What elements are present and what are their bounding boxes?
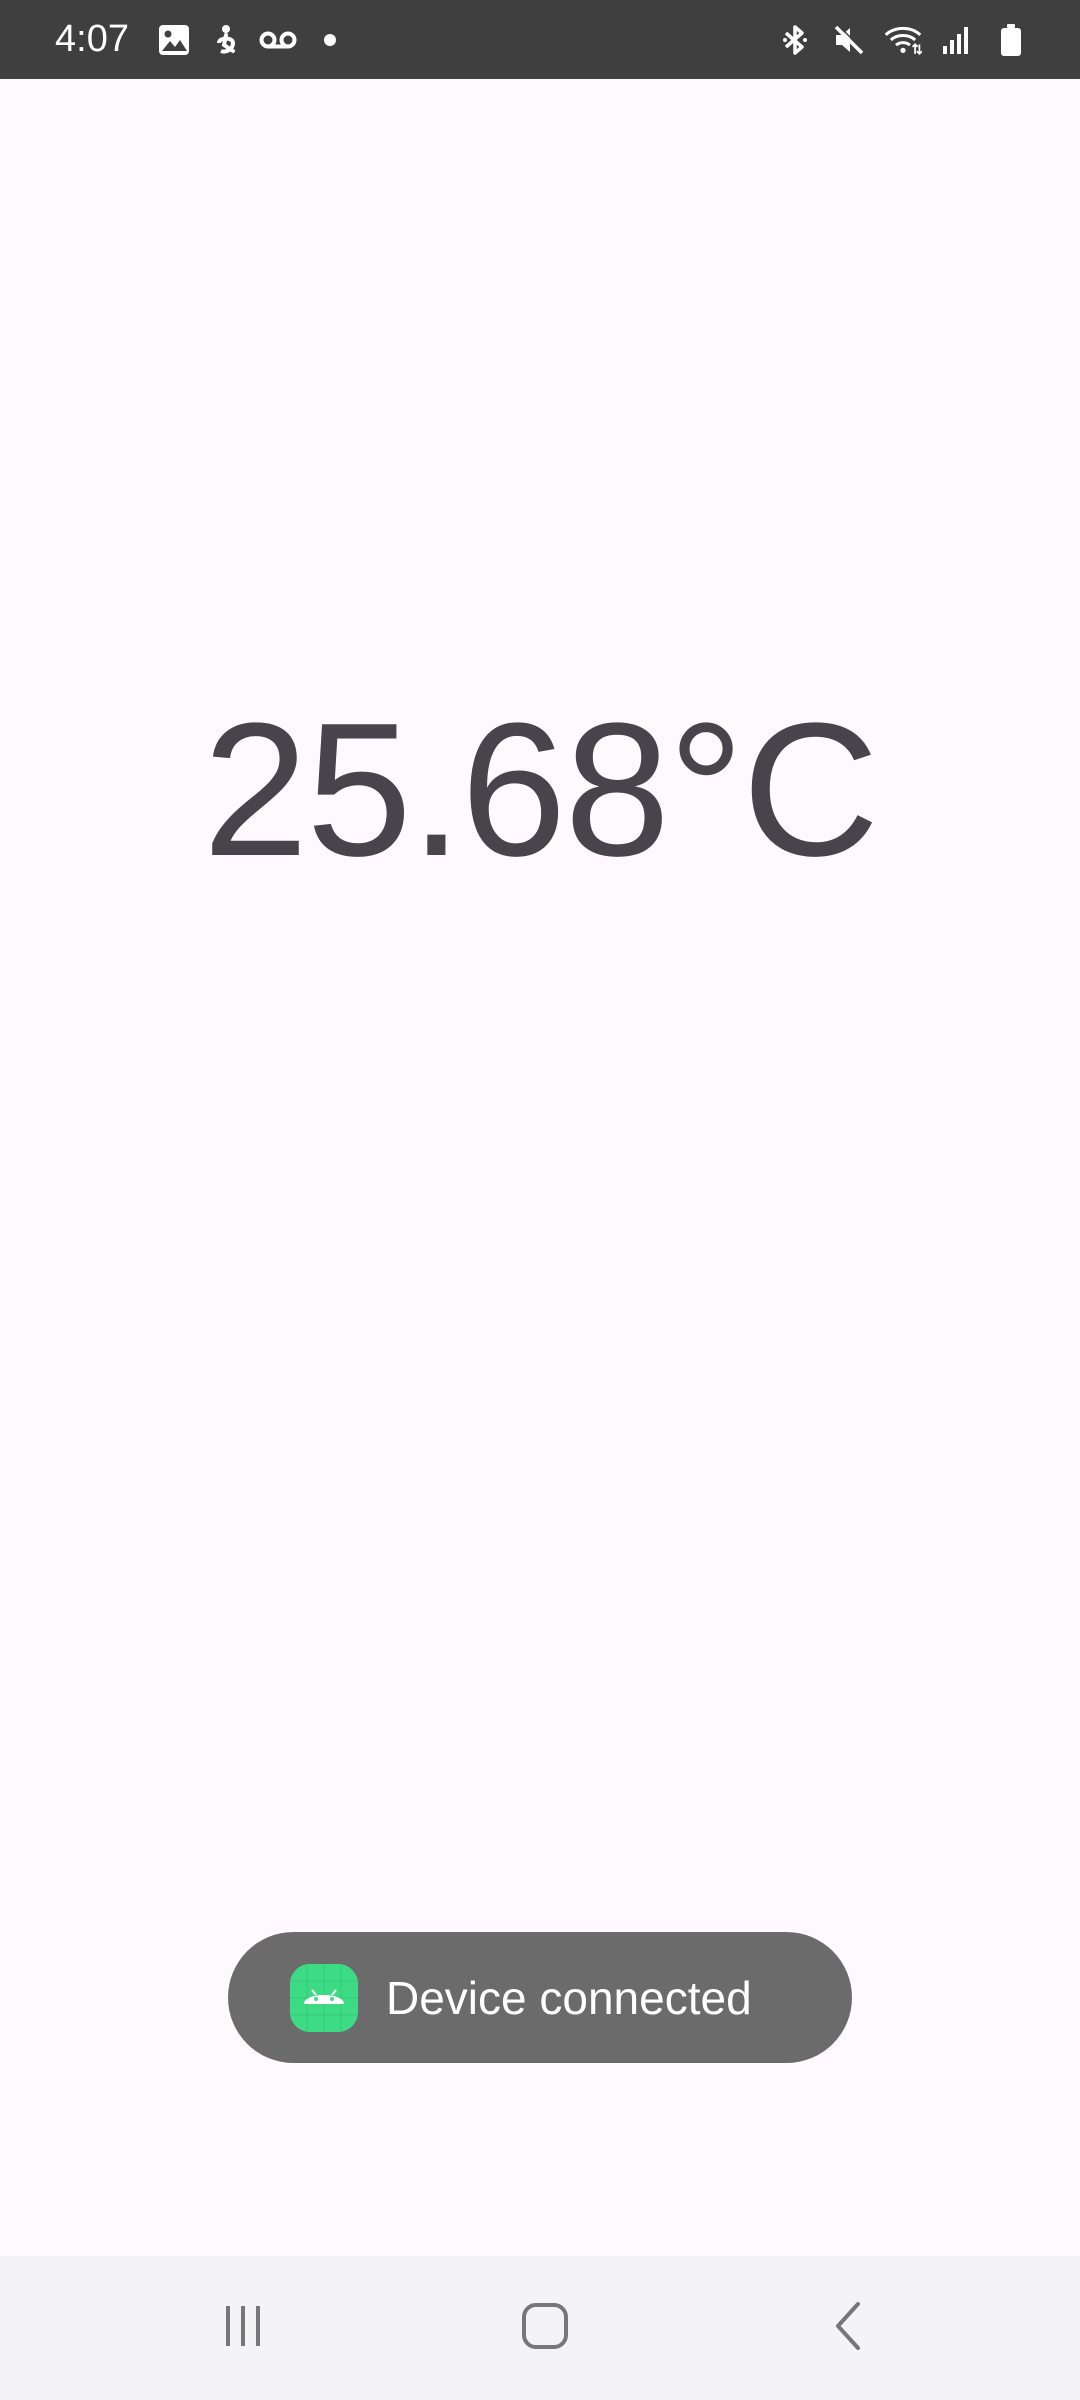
home-icon xyxy=(520,2301,570,2356)
recent-apps-icon xyxy=(219,2302,267,2355)
back-icon xyxy=(828,2300,868,2357)
bluetooth-icon xyxy=(776,21,814,59)
status-bar-left: 4:07 xyxy=(55,0,349,79)
recent-apps-button[interactable] xyxy=(183,2256,303,2400)
battery-icon xyxy=(992,21,1030,59)
app-screen: 4:07 25.68°C Device connected xyxy=(0,0,1080,2400)
status-time: 4:07 xyxy=(55,18,129,60)
status-bar-right xyxy=(776,0,1030,79)
temperature-reading: 25.68°C xyxy=(202,684,880,896)
status-bar: 4:07 xyxy=(0,0,1080,79)
wifi-icon xyxy=(884,21,922,59)
toast-message: Device connected xyxy=(228,1932,852,2063)
signal-icon xyxy=(938,21,976,59)
gallery-icon xyxy=(155,21,193,59)
navigation-bar xyxy=(0,2256,1080,2400)
voicemail-icon xyxy=(259,21,297,59)
back-button[interactable] xyxy=(788,2256,908,2400)
toast-text: Device connected xyxy=(386,1971,752,2024)
android-app-icon xyxy=(290,1963,358,2032)
accessibility-icon xyxy=(207,21,245,59)
notification-dot-icon xyxy=(311,21,349,59)
mute-icon xyxy=(830,21,868,59)
home-button[interactable] xyxy=(485,2256,605,2400)
